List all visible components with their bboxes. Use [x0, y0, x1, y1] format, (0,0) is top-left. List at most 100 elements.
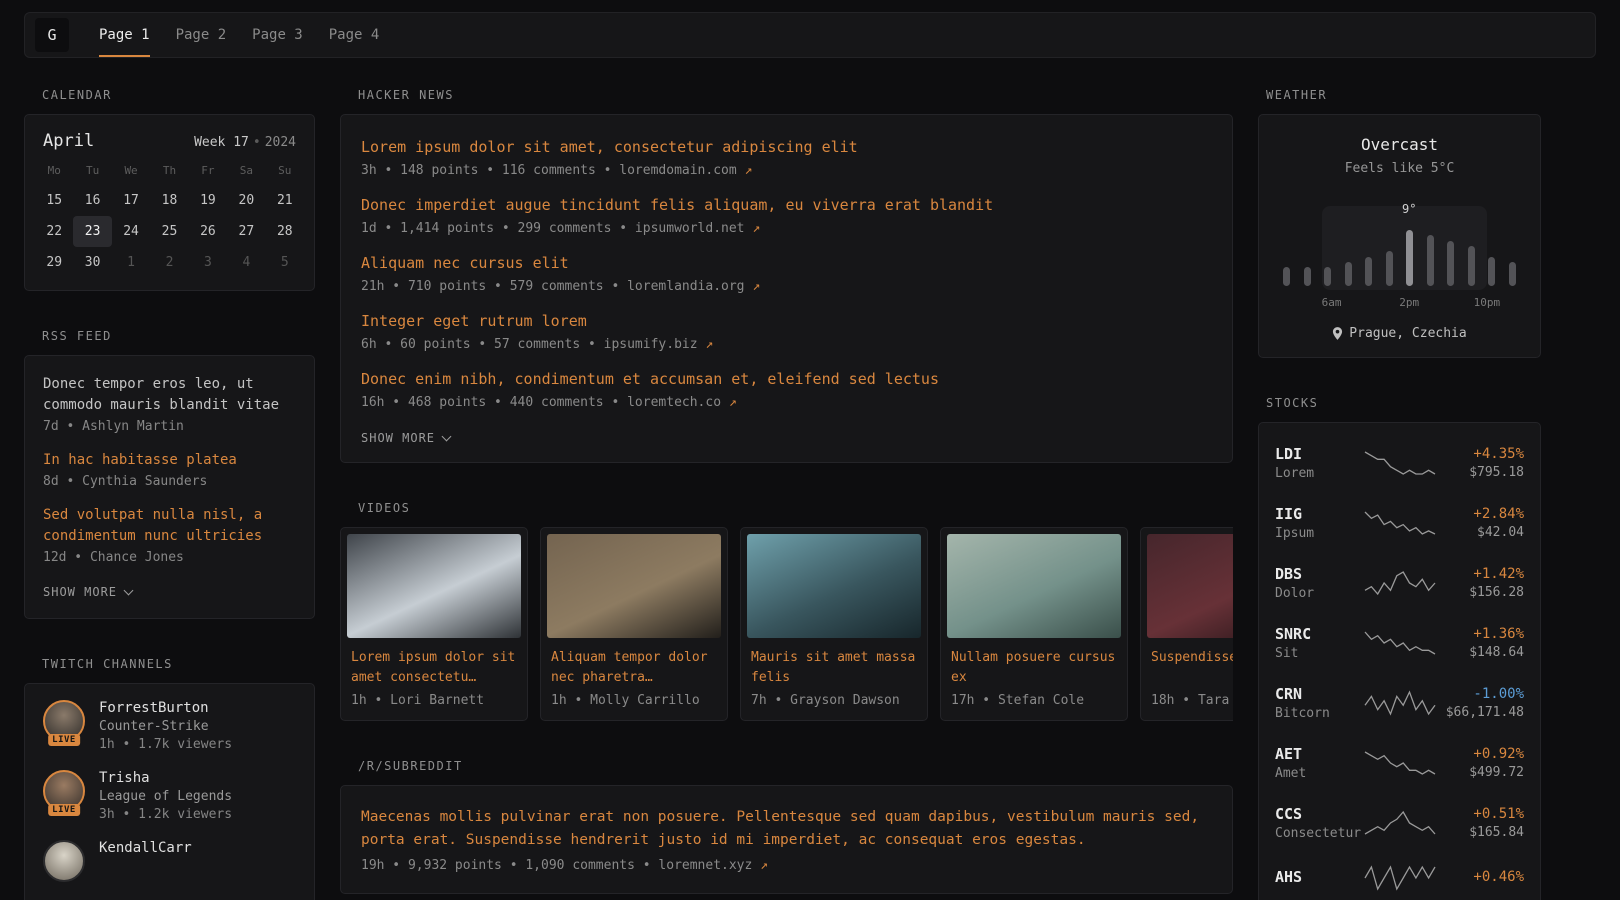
- videos-widget: VIDEOS Lorem ipsum dolor sit amet consec…: [340, 501, 1233, 721]
- weather-location-row[interactable]: Prague, Czechia: [1275, 326, 1524, 341]
- calendar-day[interactable]: 25: [150, 216, 188, 247]
- stock-sparkline: [1364, 810, 1436, 836]
- calendar-week-label: Week 17: [194, 135, 249, 150]
- calendar-day[interactable]: 17: [112, 185, 150, 216]
- stock-symbol[interactable]: AET: [1275, 745, 1364, 763]
- video-card[interactable]: Aliquam tempor dolor nec pharetra…1h • M…: [540, 527, 728, 721]
- calendar-day[interactable]: 15: [35, 185, 73, 216]
- calendar-day[interactable]: 1: [112, 247, 150, 278]
- twitch-channel[interactable]: LIVEForrestBurtonCounter-Strike1h • 1.7k…: [43, 700, 296, 752]
- calendar-day-header: We: [112, 157, 150, 183]
- stock-symbol[interactable]: DBS: [1275, 565, 1364, 583]
- hn-item: Aliquam nec cursus elit21h • 710 points …: [361, 253, 1212, 294]
- video-thumbnail[interactable]: [1147, 534, 1233, 638]
- stock-row[interactable]: LDILorem+4.35%$795.18: [1275, 433, 1524, 493]
- calendar-day[interactable]: 29: [35, 247, 73, 278]
- video-title[interactable]: Lorem ipsum dolor sit amet consectetu…: [351, 648, 517, 688]
- video-card[interactable]: Suspendisse diam18h • Tara: [1140, 527, 1233, 721]
- video-thumbnail[interactable]: [947, 534, 1121, 638]
- video-title[interactable]: Suspendisse diam: [1151, 648, 1233, 688]
- hn-item-title[interactable]: Lorem ipsum dolor sit amet, consectetur …: [361, 137, 1212, 158]
- stock-symbol[interactable]: CRN: [1275, 685, 1364, 703]
- calendar-year: 2024: [265, 135, 296, 150]
- twitch-channel[interactable]: LIVETrishaLeague of Legends3h • 1.2k vie…: [43, 770, 296, 822]
- calendar-day[interactable]: 23: [73, 216, 111, 247]
- stock-row[interactable]: DBSDolor+1.42%$156.28: [1275, 553, 1524, 613]
- calendar-week-year: Week 17•2024: [194, 135, 296, 150]
- stock-row[interactable]: SNRCSit+1.36%$148.64: [1275, 613, 1524, 673]
- tab-page-2[interactable]: Page 2: [176, 13, 227, 57]
- stock-info: CRNBitcorn: [1275, 685, 1364, 721]
- calendar-day-header: Th: [150, 157, 188, 183]
- stock-symbol[interactable]: CCS: [1275, 805, 1364, 823]
- twitch-channel-name[interactable]: KendallCarr: [99, 840, 192, 856]
- calendar-day[interactable]: 3: [189, 247, 227, 278]
- stock-row[interactable]: AHS +0.46%: [1275, 853, 1524, 900]
- hn-item-title[interactable]: Donec imperdiet augue tincidunt felis al…: [361, 195, 1212, 216]
- rss-show-more-button[interactable]: SHOW MORE: [43, 585, 132, 599]
- weather-time-label: 10pm: [1474, 296, 1501, 309]
- twitch-channel[interactable]: KendallCarr: [43, 840, 296, 886]
- video-card[interactable]: Nullam posuere cursus ex17h • Stefan Col…: [940, 527, 1128, 721]
- stock-symbol[interactable]: IIG: [1275, 505, 1364, 523]
- calendar-day[interactable]: 22: [35, 216, 73, 247]
- stock-info: AHS: [1275, 868, 1364, 889]
- stock-row[interactable]: IIGIpsum+2.84%$42.04: [1275, 493, 1524, 553]
- stock-row[interactable]: CCSConsectetur+0.51%$165.84: [1275, 793, 1524, 853]
- tab-page-3[interactable]: Page 3: [252, 13, 303, 57]
- calendar-day[interactable]: 28: [266, 216, 304, 247]
- twitch-channel-name[interactable]: Trisha: [99, 770, 232, 786]
- video-title[interactable]: Aliquam tempor dolor nec pharetra…: [551, 648, 717, 688]
- calendar-day[interactable]: 19: [189, 185, 227, 216]
- calendar-day[interactable]: 21: [266, 185, 304, 216]
- video-thumbnail[interactable]: [547, 534, 721, 638]
- video-card[interactable]: Lorem ipsum dolor sit amet consectetu…1h…: [340, 527, 528, 721]
- video-title[interactable]: Nullam posuere cursus ex: [951, 648, 1117, 688]
- stock-change: +0.46%: [1436, 869, 1524, 885]
- hn-item-title[interactable]: Integer eget rutrum lorem: [361, 311, 1212, 332]
- calendar-day[interactable]: 30: [73, 247, 111, 278]
- hackernews-show-more-button[interactable]: SHOW MORE: [361, 431, 450, 445]
- video-card[interactable]: Mauris sit amet massa felis7h • Grayson …: [740, 527, 928, 721]
- stock-change: +1.36%: [1436, 626, 1524, 642]
- calendar-month: April: [43, 131, 94, 151]
- calendar-day[interactable]: 27: [227, 216, 265, 247]
- stock-info: SNRCSit: [1275, 625, 1364, 661]
- twitch-channel-name[interactable]: ForrestBurton: [99, 700, 232, 716]
- weather-card: Overcast Feels like 5°C 9° 6am2pm10pm Pr…: [1258, 114, 1541, 358]
- calendar-day[interactable]: 2: [150, 247, 188, 278]
- rss-item-title[interactable]: Donec tempor eros leo, ut commodo mauris…: [43, 374, 296, 416]
- tab-page-4[interactable]: Page 4: [329, 13, 380, 57]
- calendar-day[interactable]: 20: [227, 185, 265, 216]
- subreddit-post-title[interactable]: Maecenas mollis pulvinar erat non posuer…: [361, 806, 1212, 852]
- hn-item-title[interactable]: Aliquam nec cursus elit: [361, 253, 1212, 274]
- stock-change: +0.92%: [1436, 746, 1524, 762]
- video-title[interactable]: Mauris sit amet massa felis: [751, 648, 917, 688]
- rss-item-title[interactable]: In hac habitasse platea: [43, 450, 296, 471]
- hn-item-meta-text: 6h • 60 points • 57 comments • ipsumify.…: [361, 337, 705, 352]
- calendar-day[interactable]: 5: [266, 247, 304, 278]
- location-pin-icon: [1332, 327, 1343, 340]
- rss-item: Sed volutpat nulla nisl, a condimentum n…: [43, 505, 296, 565]
- app-logo[interactable]: G: [35, 18, 69, 52]
- video-thumbnail[interactable]: [347, 534, 521, 638]
- videos-widget-title: VIDEOS: [358, 501, 1233, 515]
- calendar-day[interactable]: 18: [150, 185, 188, 216]
- calendar-day-header: Su: [266, 157, 304, 183]
- hn-item-title[interactable]: Donec enim nibh, condimentum et accumsan…: [361, 369, 1212, 390]
- calendar-day[interactable]: 24: [112, 216, 150, 247]
- rss-item-title[interactable]: Sed volutpat nulla nisl, a condimentum n…: [43, 505, 296, 547]
- stock-symbol[interactable]: AHS: [1275, 868, 1364, 886]
- calendar-day[interactable]: 4: [227, 247, 265, 278]
- stock-row[interactable]: CRNBitcorn-1.00%$66,171.48: [1275, 673, 1524, 733]
- video-thumbnail[interactable]: [747, 534, 921, 638]
- calendar-day[interactable]: 26: [189, 216, 227, 247]
- subreddit-widget-title: /R/SUBREDDIT: [358, 759, 1233, 773]
- stock-sparkline: [1364, 570, 1436, 596]
- stock-symbol[interactable]: SNRC: [1275, 625, 1364, 643]
- stock-symbol[interactable]: LDI: [1275, 445, 1364, 463]
- calendar-day[interactable]: 16: [73, 185, 111, 216]
- twitch-channel-info: KendallCarr: [99, 840, 192, 886]
- stock-row[interactable]: AETAmet+0.92%$499.72: [1275, 733, 1524, 793]
- tab-page-1[interactable]: Page 1: [99, 13, 150, 57]
